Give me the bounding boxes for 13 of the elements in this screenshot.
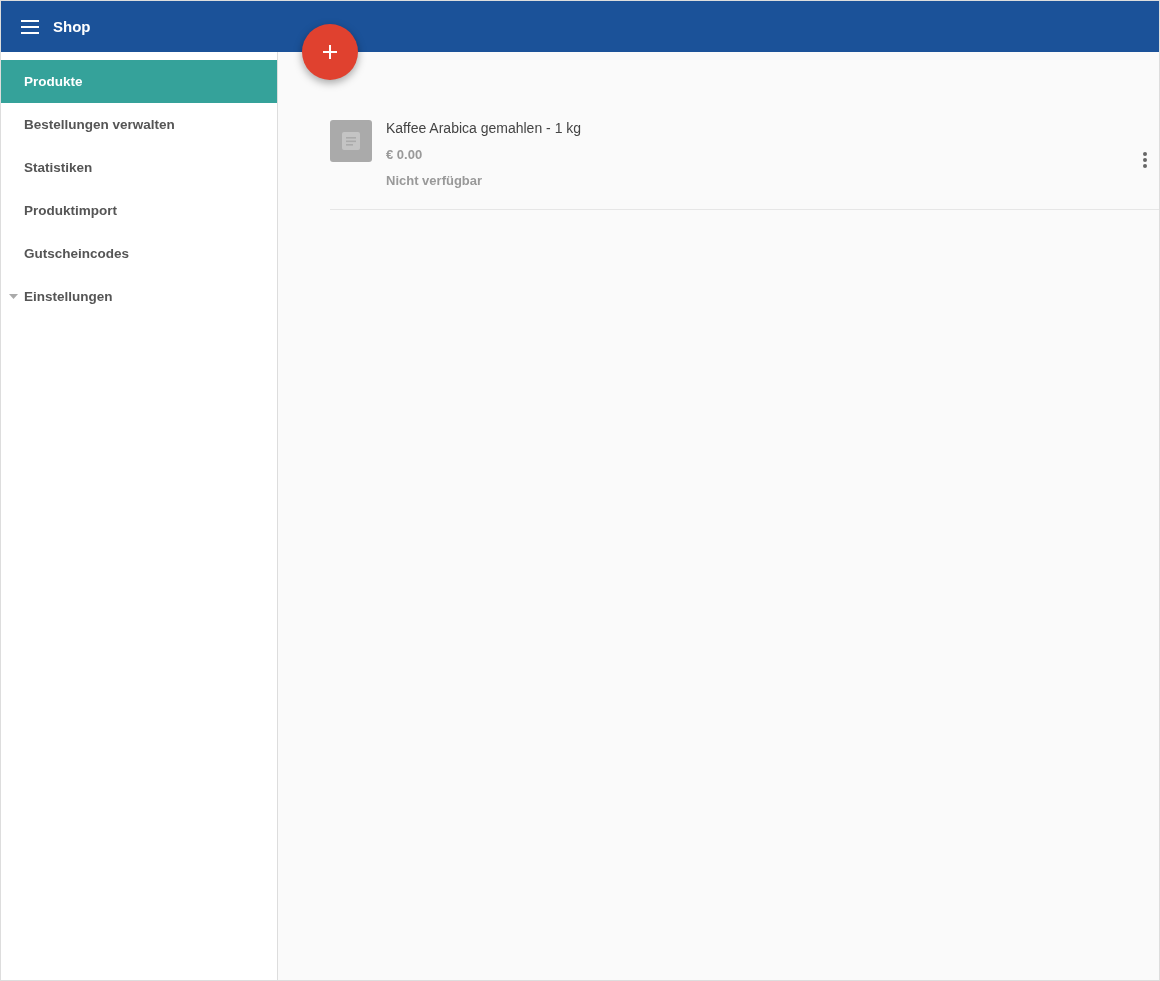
sidebar-item[interactable]: Statistiken: [1, 146, 277, 189]
product-name: Kaffee Arabica gemahlen - 1 kg: [386, 120, 582, 137]
sidebar-item[interactable]: Bestellungen verwalten: [1, 103, 277, 146]
sidebar-item[interactable]: Produktimport: [1, 189, 277, 232]
document-icon: [342, 132, 360, 150]
product-price: € 0.00: [386, 146, 424, 163]
sidebar-item[interactable]: Gutscheincodes: [1, 232, 277, 275]
more-options-icon[interactable]: [1143, 152, 1147, 168]
sidebar-item[interactable]: Einstellungen: [1, 275, 277, 318]
availability-status: Nicht verfügbar: [386, 172, 484, 189]
menu-icon[interactable]: [21, 19, 39, 34]
plus-icon: [323, 45, 337, 59]
app-title: Shop: [53, 18, 91, 35]
